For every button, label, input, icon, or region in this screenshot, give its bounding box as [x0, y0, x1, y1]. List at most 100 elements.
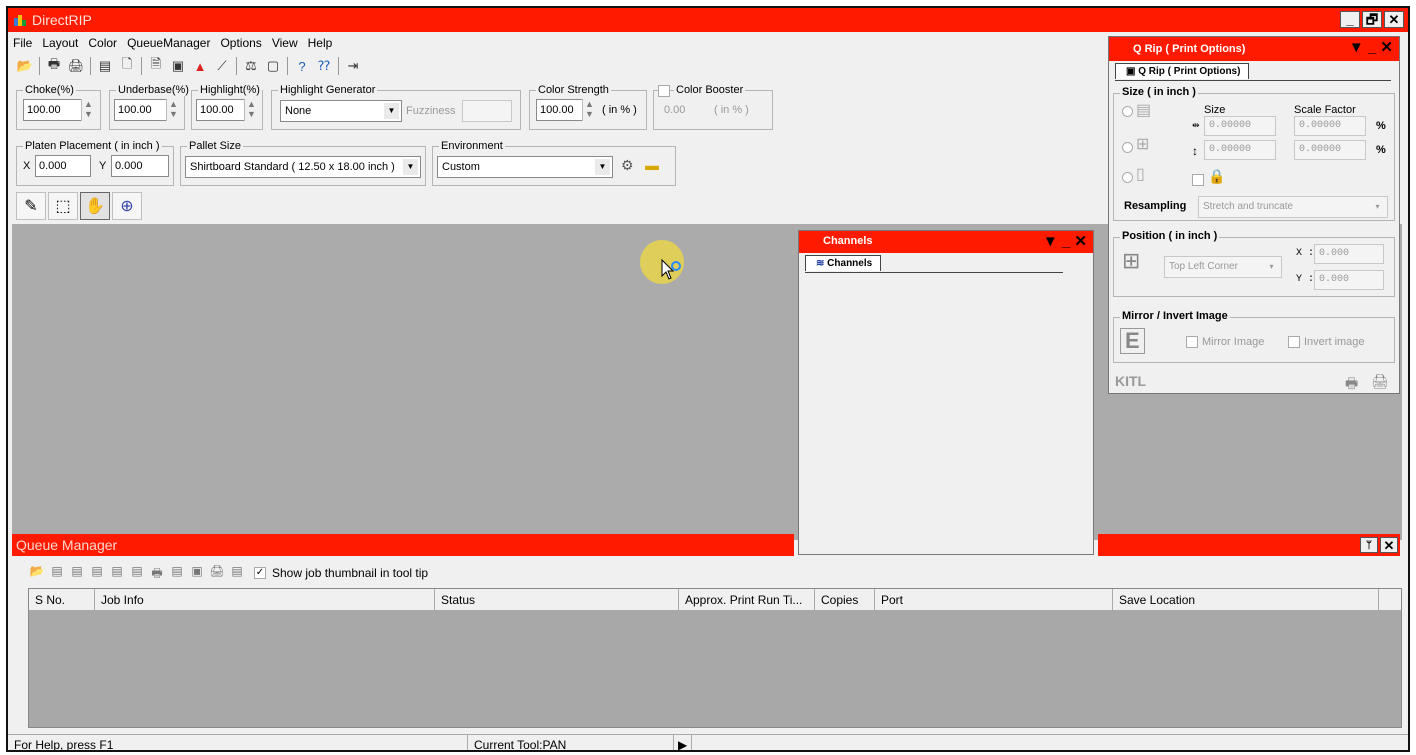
queue-manager-header: Queue Manager: [12, 534, 794, 556]
job-icon-2[interactable]: ▤: [68, 564, 86, 582]
save-icon[interactable]: ▣: [188, 564, 206, 582]
underbase-group: Underbase(%) 100.00 ▲ ▼: [109, 84, 191, 130]
channels-panel: Channels ▼ _ ✕ ≋ Channels: [798, 230, 1094, 555]
job-icon-3[interactable]: ▤: [88, 564, 106, 582]
queue-close-button[interactable]: ✕: [1380, 537, 1398, 553]
col-sno[interactable]: S No.: [29, 589, 95, 610]
col-status[interactable]: Status: [435, 589, 679, 610]
monitor-icon[interactable]: ▢: [262, 56, 284, 76]
col-port[interactable]: Port: [875, 589, 1113, 610]
queue-manager-header-right: ᛘ ✕: [1098, 534, 1400, 556]
print-icon[interactable]: 🖶: [43, 56, 65, 76]
platen-x-input[interactable]: 0.000: [35, 155, 91, 177]
job-icon-6[interactable]: ▤: [168, 564, 186, 582]
menu-color[interactable]: Color: [83, 32, 122, 52]
underbase-spinner[interactable]: ▲ ▼: [166, 99, 180, 121]
pin-button[interactable]: ᛘ: [1360, 537, 1378, 553]
pallet-size-select[interactable]: Shirtboard Standard ( 12.50 x 18.00 inch…: [185, 156, 421, 178]
page-icon[interactable]: 🗋: [116, 56, 138, 76]
job-icon-7[interactable]: ▤: [228, 564, 246, 582]
chevron-down-icon: ▼: [595, 159, 610, 175]
panel-controls[interactable]: ▼ _ ✕: [1349, 38, 1393, 56]
mirror-image-checkbox[interactable]: [1186, 336, 1198, 348]
size-custom-icon: ⊞: [1136, 136, 1150, 153]
color-strength-spinner[interactable]: ▲ ▼: [582, 99, 596, 121]
lock-aspect-checkbox[interactable]: [1192, 174, 1204, 186]
position-section: Position ( in inch ) ⊞ Top Left Corner ▾ …: [1113, 230, 1395, 297]
eyedropper-icon[interactable]: ✎: [16, 192, 46, 220]
mirror-section: Mirror / Invert Image E Mirror Image Inv…: [1113, 310, 1395, 363]
status-help: For Help, press F1: [8, 735, 468, 750]
exit-icon[interactable]: ⇥: [342, 56, 364, 76]
close-button[interactable]: ✕: [1384, 11, 1404, 28]
context-help-icon[interactable]: ⁇: [313, 56, 335, 76]
fuzziness-label: Fuzziness: [406, 105, 456, 117]
menu-queuemanager[interactable]: QueueManager: [122, 32, 215, 52]
size-radio-custom[interactable]: [1122, 142, 1133, 153]
color-icon[interactable]: ▲: [189, 56, 211, 76]
platen-y-input[interactable]: 0.000: [111, 155, 169, 177]
mirror-e-icon: E: [1120, 328, 1145, 354]
col-copies[interactable]: Copies: [815, 589, 875, 610]
show-thumbnail-label: Show job thumbnail in tool tip: [272, 566, 429, 580]
folder-icon[interactable]: ▬: [645, 157, 659, 173]
menu-bar: File Layout Color QueueManager Options V…: [8, 32, 1108, 52]
marquee-select-icon[interactable]: ⬚: [48, 192, 78, 220]
environment-select[interactable]: Custom ▼: [437, 156, 613, 178]
tab-qrip[interactable]: ▣ Q Rip ( Print Options): [1115, 63, 1250, 79]
main-toolbar: 📂 🖶 🖨 ▤ 🗋 🗎 ▣ ▲ ⟋ ⚖ ▢ ? ⁇ ⇥: [8, 54, 364, 78]
curve-icon[interactable]: ⟋: [211, 56, 233, 76]
lock-icon: 🔒: [1208, 168, 1226, 184]
job-icon-4[interactable]: ▤: [108, 564, 126, 582]
menu-view[interactable]: View: [267, 32, 303, 52]
settings-gear-icon[interactable]: ⚙: [621, 157, 634, 174]
queue-print-all-icon[interactable]: 🖨: [208, 564, 226, 582]
size-radio-fit[interactable]: [1122, 172, 1133, 183]
add-job-icon[interactable]: 📂: [28, 564, 46, 582]
image-icon[interactable]: ▣: [167, 56, 189, 76]
hand-pan-icon[interactable]: ✋: [80, 192, 110, 220]
choke-spinner[interactable]: ▲ ▼: [81, 99, 95, 121]
col-save-location[interactable]: Save Location: [1113, 589, 1379, 610]
show-thumbnail-checkbox[interactable]: ✓: [254, 567, 266, 579]
page-setup-icon[interactable]: 🗎: [145, 56, 167, 76]
position-select[interactable]: Top Left Corner ▾: [1164, 256, 1282, 278]
highlight-spinner[interactable]: ▲ ▼: [244, 99, 258, 121]
menu-file[interactable]: File: [8, 32, 37, 52]
print-all-icon[interactable]: 🖨: [65, 56, 87, 76]
stamp-icon[interactable]: ⚖: [240, 56, 262, 76]
size-radio-original[interactable]: [1122, 106, 1133, 117]
menu-layout[interactable]: Layout: [37, 32, 83, 52]
width-size-input: 0.00000: [1204, 116, 1276, 136]
panel-controls[interactable]: ▼ _ ✕: [1043, 232, 1087, 250]
brand-logo: KITL: [1115, 373, 1147, 389]
highlight-generator-select[interactable]: None ▼: [280, 100, 402, 122]
restore-button[interactable]: 🗗: [1362, 11, 1382, 28]
tab-channels[interactable]: ≋ Channels: [805, 255, 882, 271]
menu-options[interactable]: Options: [215, 32, 266, 52]
minimize-button[interactable]: _: [1340, 11, 1360, 28]
play-icon[interactable]: ▶: [674, 735, 692, 750]
invert-image-checkbox[interactable]: [1288, 336, 1300, 348]
layout-icon[interactable]: ▤: [94, 56, 116, 76]
help-icon[interactable]: ?: [291, 56, 313, 76]
highlight-group: Highlight(%) 100.00 ▲ ▼: [191, 84, 263, 130]
job-icon-1[interactable]: ▤: [48, 564, 66, 582]
status-tool: Current Tool:PAN: [468, 735, 674, 750]
color-booster-checkbox[interactable]: [658, 85, 670, 97]
open-folder-icon[interactable]: 📂: [14, 56, 36, 76]
choke-group: Choke(%) 100.00 ▲ ▼: [16, 84, 101, 130]
menu-help[interactable]: Help: [303, 32, 338, 52]
zoom-icon[interactable]: ⊕: [112, 192, 142, 220]
position-x-input: 0.000: [1314, 244, 1384, 264]
resampling-select[interactable]: Stretch and truncate ▾: [1198, 196, 1388, 218]
col-job-info[interactable]: Job Info: [95, 589, 435, 610]
height-arrow-icon: ↕: [1192, 144, 1198, 158]
qrip-header: Q Rip ( Print Options) ▼ _ ✕: [1109, 37, 1399, 61]
chevron-down-icon: ▼: [403, 159, 418, 175]
col-print-run[interactable]: Approx. Print Run Ti...: [679, 589, 815, 610]
print-all-icon[interactable]: 🖨: [1371, 373, 1389, 390]
queue-print-icon[interactable]: 🖶: [148, 564, 166, 582]
job-icon-5[interactable]: ▤: [128, 564, 146, 582]
print-icon[interactable]: 🖶: [1345, 373, 1358, 397]
